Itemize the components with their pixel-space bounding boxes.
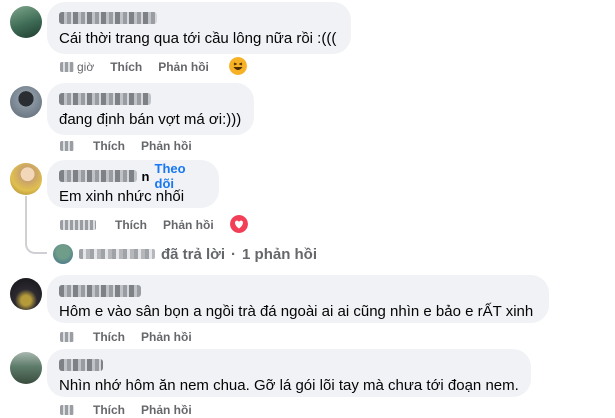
- comment-time[interactable]: [60, 332, 77, 342]
- like-button[interactable]: Thích: [115, 218, 147, 232]
- like-button[interactable]: Thích: [93, 139, 125, 153]
- reply-button[interactable]: Phản hồi: [141, 403, 192, 417]
- comment-text: Cái thời trang qua tới cầu lông nữa rồi …: [59, 30, 337, 47]
- comment-actions: giờ Thích Phản hồi: [60, 59, 209, 75]
- like-button[interactable]: Thích: [110, 60, 142, 74]
- replier-name: [79, 249, 155, 259]
- reply-button[interactable]: Phản hồi: [158, 60, 209, 74]
- commenter-name[interactable]: [59, 170, 137, 182]
- commenter-name[interactable]: [59, 283, 537, 299]
- comment-time[interactable]: [60, 220, 99, 230]
- thread-line: [25, 196, 27, 238]
- comment-actions: Thích Phản hồi: [60, 217, 214, 233]
- comment-bubble: Cái thời trang qua tới cầu lông nữa rồi …: [47, 2, 351, 54]
- comment-bubble: Nhìn nhớ hôm ăn nem chua. Gỡ lá gói lõi …: [47, 349, 531, 397]
- like-button[interactable]: Thích: [93, 403, 125, 417]
- commenter-name[interactable]: [59, 357, 519, 373]
- commenter-name-suffix: n: [141, 168, 150, 184]
- comment-bubble: n Theo dõi Em xinh nhức nhối: [47, 160, 219, 208]
- love-reaction-icon[interactable]: [230, 215, 248, 233]
- reply-button[interactable]: Phản hồi: [141, 139, 192, 153]
- comment-time[interactable]: [60, 405, 77, 415]
- comment-actions: Thích Phản hồi: [60, 402, 192, 418]
- comment-actions: Thích Phản hồi: [60, 138, 192, 154]
- commenter-avatar[interactable]: [10, 86, 42, 118]
- commenter-avatar[interactable]: [10, 278, 42, 310]
- view-replies-link[interactable]: đã trả lời · 1 phản hồi: [53, 244, 317, 264]
- thread-connector: [25, 236, 47, 254]
- comment-bubble: đang định bán vợt má ơi:))): [47, 83, 254, 135]
- comment-time[interactable]: giờ: [60, 60, 94, 74]
- separator: ·: [231, 245, 237, 263]
- comment-actions: Thích Phản hồi: [60, 329, 192, 345]
- comment-text: Nhìn nhớ hôm ăn nem chua. Gỡ lá gói lõi …: [59, 377, 519, 394]
- comment-text: đang định bán vợt má ơi:))): [59, 111, 242, 128]
- commenter-avatar[interactable]: [10, 163, 42, 195]
- comment-bubble: Hôm e vào sân bọn a ngồi trà đá ngoài ai…: [47, 275, 549, 323]
- replied-label: đã trả lời: [161, 245, 226, 263]
- comment-time[interactable]: [60, 141, 77, 151]
- like-button[interactable]: Thích: [93, 330, 125, 344]
- commenter-name[interactable]: [59, 10, 339, 26]
- commenter-avatar[interactable]: [10, 6, 42, 38]
- reply-count: 1 phản hồi: [242, 245, 318, 263]
- commenter-name[interactable]: [59, 91, 242, 107]
- reply-button[interactable]: Phản hồi: [163, 218, 214, 232]
- haha-reaction-icon[interactable]: [229, 57, 247, 75]
- replier-avatar: [53, 244, 73, 264]
- commenter-avatar[interactable]: [10, 352, 42, 384]
- comment-text: Hôm e vào sân bọn a ngồi trà đá ngoài ai…: [59, 303, 534, 320]
- reply-button[interactable]: Phản hồi: [141, 330, 192, 344]
